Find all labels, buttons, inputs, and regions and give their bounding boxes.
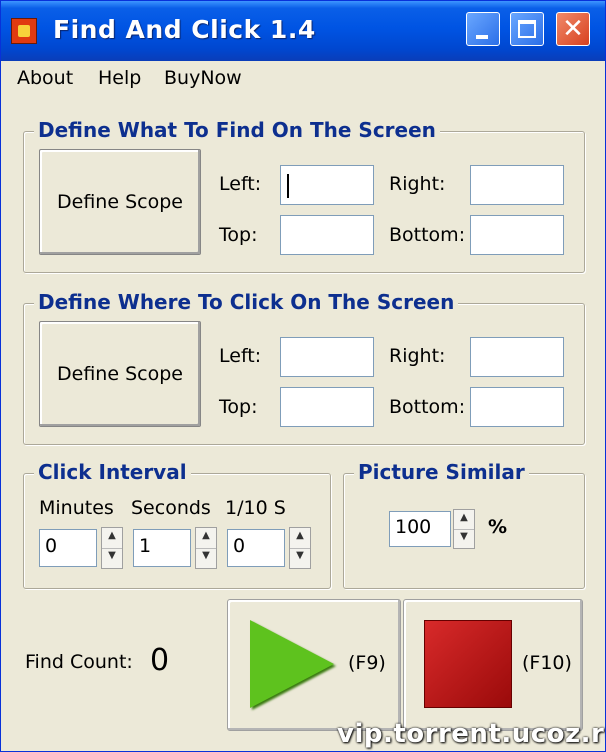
- find-bottom-input[interactable]: [470, 215, 564, 255]
- tenths-spinner[interactable]: ▲ ▼: [289, 527, 311, 569]
- find-right-label: Right:: [389, 173, 446, 195]
- spin-up-icon[interactable]: ▲: [454, 510, 474, 530]
- stop-key-label: (F10): [522, 652, 572, 674]
- percent-unit: %: [488, 516, 508, 538]
- spin-down-icon[interactable]: ▼: [290, 548, 310, 568]
- maximize-icon: [518, 20, 536, 38]
- menu-bar: About Help BuyNow: [1, 61, 605, 97]
- click-bottom-input[interactable]: [470, 387, 564, 427]
- minimize-icon: [476, 35, 488, 39]
- title-bar[interactable]: Find And Click 1.4 ✕: [1, 1, 605, 61]
- menu-about[interactable]: About: [17, 67, 73, 89]
- play-icon: [250, 620, 334, 708]
- click-top-input[interactable]: [280, 387, 374, 427]
- start-key-label: (F9): [348, 652, 386, 674]
- spin-down-icon[interactable]: ▼: [102, 548, 122, 568]
- spin-up-icon[interactable]: ▲: [196, 528, 216, 549]
- seconds-spinner[interactable]: ▲ ▼: [195, 527, 217, 569]
- find-left-label: Left:: [219, 173, 262, 195]
- tenths-input[interactable]: 0: [227, 529, 285, 567]
- spin-up-icon[interactable]: ▲: [102, 528, 122, 549]
- window-title: Find And Click 1.4: [53, 15, 316, 44]
- minimize-button[interactable]: [466, 12, 500, 46]
- minutes-label: Minutes: [39, 497, 114, 519]
- find-top-label: Top:: [219, 224, 258, 246]
- seconds-input[interactable]: 1: [133, 529, 191, 567]
- text-caret: [287, 174, 289, 198]
- click-scope-title: Define Where To Click On The Screen: [34, 290, 459, 314]
- find-scope-title: Define What To Find On The Screen: [34, 118, 440, 142]
- find-top-input[interactable]: [280, 215, 374, 255]
- close-icon: ✕: [562, 14, 584, 44]
- click-right-input[interactable]: [470, 337, 564, 377]
- click-top-label: Top:: [219, 396, 258, 418]
- click-bottom-label: Bottom:: [389, 396, 466, 418]
- start-button[interactable]: (F9): [227, 599, 401, 731]
- minutes-input[interactable]: 0: [39, 529, 97, 567]
- app-icon: [11, 18, 37, 44]
- menu-buynow[interactable]: BuyNow: [164, 67, 242, 89]
- picture-similar-title: Picture Similar: [354, 460, 529, 484]
- spin-up-icon[interactable]: ▲: [290, 528, 310, 549]
- similarity-spinner[interactable]: ▲ ▼: [453, 509, 475, 549]
- spin-down-icon[interactable]: ▼: [454, 529, 474, 548]
- maximize-button[interactable]: [510, 12, 544, 46]
- find-right-input[interactable]: [470, 165, 564, 205]
- find-define-scope-button[interactable]: Define Scope: [39, 149, 201, 255]
- find-count-label: Find Count:: [25, 651, 133, 673]
- click-left-label: Left:: [219, 345, 262, 367]
- watermark: vip.torrent.ucoz.ru: [337, 719, 606, 749]
- click-define-scope-button[interactable]: Define Scope: [39, 321, 201, 427]
- seconds-label: Seconds: [131, 497, 211, 519]
- menu-help[interactable]: Help: [98, 67, 141, 89]
- minutes-spinner[interactable]: ▲ ▼: [101, 527, 123, 569]
- similarity-input[interactable]: 100: [389, 511, 451, 547]
- spin-down-icon[interactable]: ▼: [196, 548, 216, 568]
- stop-button[interactable]: (F10): [403, 599, 583, 731]
- find-bottom-label: Bottom:: [389, 224, 466, 246]
- close-button[interactable]: ✕: [556, 12, 590, 46]
- click-interval-title: Click Interval: [34, 460, 191, 484]
- find-count-value: 0: [150, 643, 170, 678]
- click-right-label: Right:: [389, 345, 446, 367]
- find-left-input[interactable]: [280, 165, 374, 205]
- app-window: Find And Click 1.4 ✕ About Help BuyNow D…: [0, 0, 606, 752]
- stop-icon: [424, 620, 512, 708]
- tenths-label: 1/10 S: [225, 497, 286, 519]
- click-left-input[interactable]: [280, 337, 374, 377]
